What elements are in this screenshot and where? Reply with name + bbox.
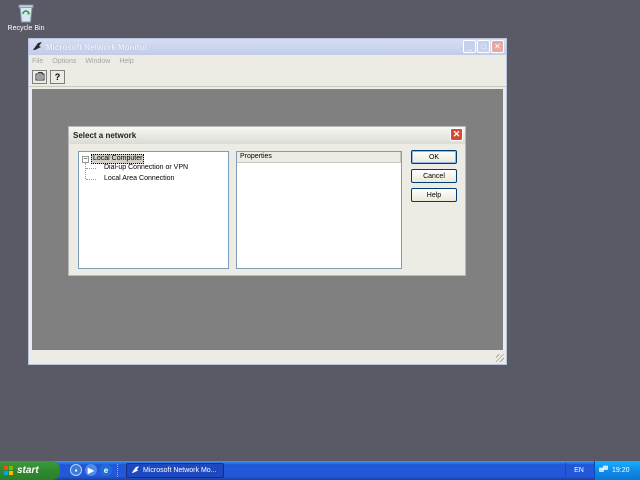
dialog-title-bar[interactable]: Select a network	[69, 127, 465, 144]
properties-list[interactable]: Properties	[236, 151, 402, 269]
properties-header[interactable]: Properties	[237, 152, 401, 163]
clock[interactable]: 19:20	[612, 467, 630, 474]
tree-connector	[86, 179, 96, 180]
language-indicator[interactable]: EN	[565, 463, 592, 478]
taskbar-separator	[117, 464, 119, 477]
menu-bar: File Options Window Help	[29, 55, 506, 68]
show-desktop-icon[interactable]: ▪	[70, 464, 82, 476]
minimize-button[interactable]: _	[463, 40, 476, 53]
resize-grip-icon[interactable]	[496, 354, 504, 362]
tree-connector	[86, 168, 96, 169]
tree-item-lan[interactable]: Local Area Connection	[104, 175, 174, 183]
app-icon	[32, 41, 43, 53]
title-bar[interactable]: Microsoft Network Monitor	[29, 39, 506, 55]
start-button[interactable]: start	[0, 461, 60, 480]
media-player-icon[interactable]: ▶	[85, 464, 97, 476]
capture-icon	[35, 71, 45, 83]
help-icon: ?	[54, 72, 61, 82]
window-title: Microsoft Network Monitor	[46, 42, 148, 52]
collapse-icon[interactable]: −	[82, 155, 89, 163]
menu-help[interactable]: Help	[119, 58, 133, 65]
toolbar: ?	[29, 68, 506, 87]
recycle-bin-icon	[15, 2, 37, 24]
cancel-button[interactable]: Cancel	[411, 169, 457, 183]
taskbar-item-label: Microsoft Network Mo...	[143, 467, 217, 474]
app-icon	[131, 465, 140, 476]
dialog-close-button[interactable]: ✕	[450, 128, 463, 141]
menu-options[interactable]: Options	[52, 58, 76, 65]
close-button[interactable]: ✕	[491, 40, 504, 53]
minimize-icon: _	[467, 42, 472, 51]
taskbar: start ▪ ▶ e Microsoft Network Mo... EN 1…	[0, 461, 640, 480]
close-icon: ✕	[494, 42, 501, 51]
menu-file[interactable]: File	[32, 58, 43, 65]
select-network-dialog: Select a network ✕ − Local Computer Dial…	[68, 126, 466, 276]
dialog-title: Select a network	[73, 131, 137, 140]
network-tray-icon[interactable]	[599, 465, 608, 476]
maximize-button[interactable]: □	[477, 40, 490, 53]
taskbar-item-network-monitor[interactable]: Microsoft Network Mo...	[126, 463, 224, 478]
start-label: start	[17, 465, 39, 476]
network-tree[interactable]: − Local Computer Dial-up Connection or V…	[78, 151, 229, 269]
recycle-bin-desktop-icon[interactable]: Recycle Bin	[4, 2, 48, 32]
maximize-icon: □	[481, 42, 486, 51]
tree-connector	[85, 163, 86, 179]
windows-logo-icon	[4, 465, 14, 476]
menu-window[interactable]: Window	[85, 58, 110, 65]
status-bar	[30, 351, 505, 363]
help-toolbar-button[interactable]: ?	[50, 70, 65, 84]
system-tray: 19:20	[594, 461, 640, 480]
close-icon: ✕	[452, 129, 461, 139]
tree-root-node[interactable]: − Local Computer	[82, 154, 145, 164]
quick-launch: ▪ ▶ e	[70, 464, 112, 476]
tree-item-dialup[interactable]: Dial-up Connection or VPN	[104, 164, 188, 172]
tree-root-label[interactable]: Local Computer	[91, 154, 145, 164]
capture-button[interactable]	[32, 70, 47, 84]
ok-button[interactable]: OK	[411, 150, 457, 164]
recycle-bin-label: Recycle Bin	[7, 25, 45, 32]
help-button[interactable]: Help	[411, 188, 457, 202]
internet-explorer-icon[interactable]: e	[100, 464, 112, 476]
